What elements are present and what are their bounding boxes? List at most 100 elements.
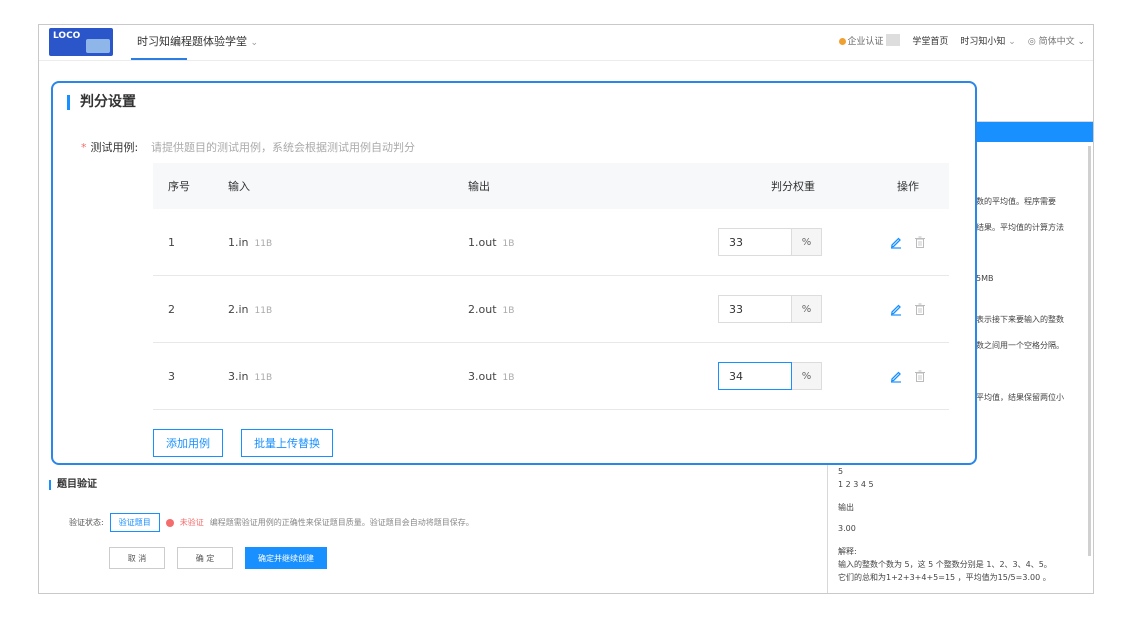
- logo-graphic-icon: [86, 39, 110, 53]
- row-actions: [868, 302, 948, 316]
- test-cases-label-text: 测试用例:: [90, 141, 139, 154]
- cert-badge-icon: [838, 38, 846, 45]
- cert-label: 企业认证: [847, 37, 884, 47]
- delete-icon[interactable]: [913, 235, 927, 249]
- row-actions: [868, 369, 948, 383]
- output-file-size: 1B: [502, 372, 515, 383]
- column-header-input: 输入: [228, 180, 250, 193]
- weight-unit: %: [792, 295, 822, 323]
- edit-icon[interactable]: [889, 302, 903, 316]
- preview-scrollbar[interactable]: [1088, 146, 1091, 556]
- weight-input[interactable]: 34: [718, 362, 792, 390]
- delete-icon[interactable]: [913, 302, 927, 316]
- delete-icon[interactable]: [913, 369, 927, 383]
- chevron-down-icon: ⌄: [1074, 37, 1085, 47]
- language-label: 简体中文: [1038, 37, 1075, 47]
- test-cases-table: 序号 输入 输出 判分权重 操作 1 1.in 11B 1.out 1B 33% 2…: [153, 163, 949, 410]
- column-header-weight: 判分权重: [771, 180, 815, 193]
- sample-output-value: 3.00: [838, 524, 856, 533]
- weight-unit: %: [792, 362, 822, 390]
- form-buttons: 取 消 确 定 确定并继续创建: [109, 547, 327, 569]
- input-file-name: 3.in: [228, 369, 249, 383]
- row-index: 1: [168, 235, 175, 249]
- preview-text: 5MB: [976, 274, 994, 283]
- language-menu[interactable]: ◎ 简体中文 ⌄: [1028, 34, 1085, 47]
- add-case-button[interactable]: 添加用例: [153, 429, 223, 457]
- dialog-title: 判分设置: [67, 95, 136, 110]
- input-file-size: 11B: [254, 305, 273, 316]
- row-index: 3: [168, 369, 175, 383]
- column-header-actions: 操作: [897, 180, 919, 193]
- table-row: 1 1.in 11B 1.out 1B 33%: [153, 209, 949, 276]
- explain-text: 它们的总和为1+2+3+4+5=15 ，平均值为15/5=3.00 。: [838, 573, 1051, 582]
- input-file-size: 11B: [254, 238, 273, 249]
- edit-icon[interactable]: [889, 235, 903, 249]
- preview-text: 数的平均值。程序需要: [976, 197, 1056, 206]
- verify-hint: 编程题需验证用例的正确性来保证题目质量。验证题目会自动将题目保存。: [209, 518, 474, 527]
- app-window: LOCO 时习知编程题体验学堂 ⌄ 企业认证 学堂首页 时习知小知 ⌄ ◎ 简体…: [38, 24, 1094, 594]
- sample-output-label: 输出: [838, 503, 854, 512]
- table-row: 3 3.in 11B 3.out 1B 34%: [153, 343, 949, 410]
- confirm-button[interactable]: 确 定: [177, 547, 233, 569]
- top-nav: 企业认证 学堂首页 时习知小知 ⌄ ◎ 简体中文 ⌄: [838, 34, 1085, 47]
- output-file: 3.out 1B: [468, 370, 718, 383]
- app-title[interactable]: 时习知编程题体验学堂 ⌄: [137, 33, 258, 49]
- output-file-size: 1B: [502, 305, 515, 316]
- globe-icon: ◎: [1027, 37, 1036, 47]
- test-cases-hint: 请提供题目的测试用例，系统会根据测试用例自动判分: [151, 141, 415, 154]
- app-title-text: 时习知编程题体验学堂: [137, 35, 247, 48]
- input-file: 3.in 11B: [228, 370, 468, 383]
- chevron-down-icon: ⌄: [250, 38, 259, 48]
- user-menu[interactable]: 时习知小知 ⌄: [960, 34, 1015, 47]
- row-index: 2: [168, 302, 175, 316]
- logo[interactable]: LOCO: [49, 28, 113, 56]
- verify-section-title: 题目验证: [49, 480, 97, 490]
- top-bar: LOCO 时习知编程题体验学堂 ⌄ 企业认证 学堂首页 时习知小知 ⌄ ◎ 简体…: [39, 25, 1093, 61]
- test-cases-label: * 测试用例:: [81, 139, 138, 155]
- output-file-name: 1.out: [468, 235, 497, 249]
- weight-field: 34%: [718, 362, 868, 390]
- output-file: 2.out 1B: [468, 303, 718, 316]
- verify-button[interactable]: 验证题目: [109, 513, 160, 532]
- table-row: 2 2.in 11B 2.out 1B 33%: [153, 276, 949, 343]
- table-header: 序号 输入 输出 判分权重 操作: [153, 163, 949, 209]
- output-file-name: 2.out: [468, 302, 497, 316]
- app-title-underline: [131, 58, 187, 60]
- weight-input[interactable]: 33: [718, 295, 792, 323]
- input-file: 2.in 11B: [228, 303, 468, 316]
- weight-field: 33%: [718, 228, 868, 256]
- cert-link[interactable]: 企业认证: [838, 34, 901, 47]
- preview-text: 表示接下来要输入的整数: [976, 315, 1064, 324]
- required-mark: *: [81, 141, 87, 154]
- input-file-name: 2.in: [228, 302, 249, 316]
- confirm-continue-button[interactable]: 确定并继续创建: [245, 547, 327, 569]
- weight-input[interactable]: 33: [718, 228, 792, 256]
- column-header-index: 序号: [168, 180, 190, 193]
- chevron-down-icon: ⌄: [1005, 37, 1016, 47]
- preview-text: 数之间用一个空格分隔。: [976, 341, 1064, 350]
- cancel-button[interactable]: 取 消: [109, 547, 165, 569]
- verify-status-label: 验证状态:: [69, 518, 104, 527]
- verify-status-value: 未验证: [179, 518, 204, 527]
- dialog-buttons: 添加用例 批量上传替换: [153, 429, 333, 457]
- logo-text: LOCO: [53, 31, 81, 41]
- verify-row: 验证状态: 验证题目 未验证 编程题需验证用例的正确性来保证题目质量。验证题目会…: [69, 513, 474, 532]
- sample-input-count: 5: [838, 467, 844, 476]
- cert-avatar-icon: [886, 34, 901, 46]
- preview-text: 结果。平均值的计算方法: [976, 223, 1064, 232]
- warning-icon: [165, 518, 174, 527]
- column-header-output: 输出: [468, 180, 490, 193]
- sample-input-values: 1 2 3 4 5: [838, 480, 874, 489]
- edit-icon[interactable]: [889, 369, 903, 383]
- row-actions: [868, 235, 948, 249]
- input-file-size: 11B: [254, 372, 273, 383]
- output-file-size: 1B: [502, 238, 515, 249]
- output-file-name: 3.out: [468, 369, 497, 383]
- scoring-settings-dialog: 判分设置 * 测试用例: 请提供题目的测试用例，系统会根据测试用例自动判分 序号 …: [51, 81, 977, 465]
- home-link[interactable]: 学堂首页: [912, 34, 948, 47]
- explain-label: 解释:: [838, 547, 857, 556]
- input-file-name: 1.in: [228, 235, 249, 249]
- weight-field: 33%: [718, 295, 868, 323]
- preview-text: 平均值，结果保留两位小: [976, 393, 1064, 402]
- batch-upload-button[interactable]: 批量上传替换: [241, 429, 333, 457]
